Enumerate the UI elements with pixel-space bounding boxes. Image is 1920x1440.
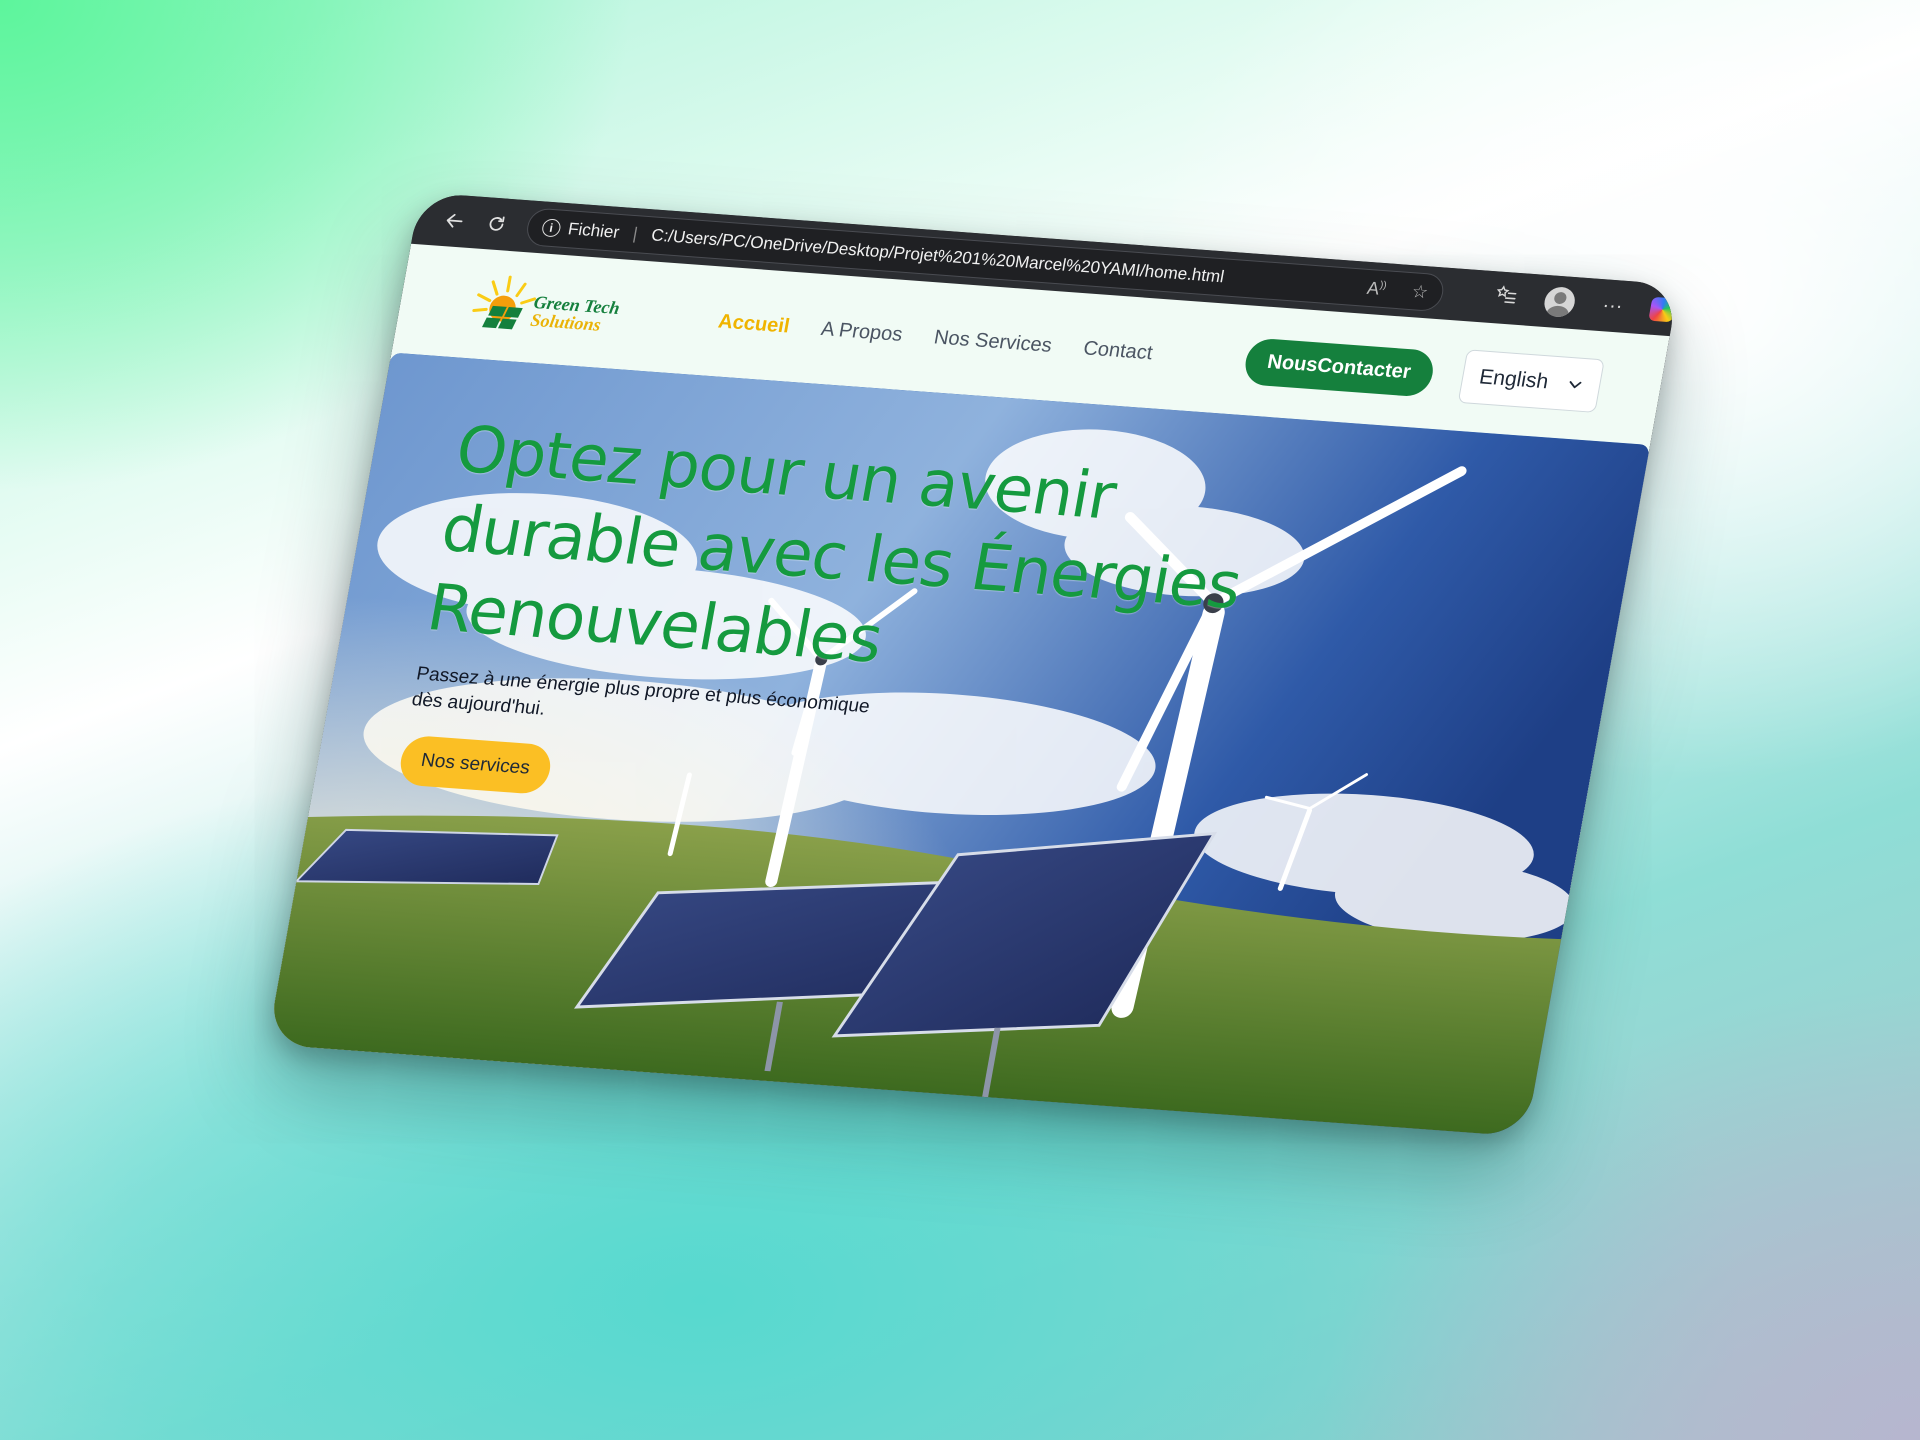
logo-text: Green Tech Solutions [529,292,621,335]
read-aloud-icon[interactable]: A)) [1365,277,1388,299]
star-icon[interactable]: ☆ [1410,281,1430,303]
background-gradient: i Fichier | C:/Users/PC/OneDrive/Desktop… [0,0,1920,1440]
profile-avatar-icon[interactable] [1542,286,1578,318]
nav-item-contact[interactable]: Contact [1082,337,1155,365]
favorites-list-icon[interactable] [1492,283,1519,312]
chevron-down-icon [1569,381,1582,389]
copilot-icon[interactable] [1648,296,1677,323]
web-page: Green Tech Solutions Accueil A Propos No… [267,243,1670,1137]
hero-section: Optez pour un avenir durable avec les Én… [267,352,1651,1137]
main-nav: Accueil A Propos Nos Services Contact [716,310,1155,365]
browser-window: i Fichier | C:/Users/PC/OneDrive/Desktop… [267,192,1679,1137]
nav-item-a-propos[interactable]: A Propos [819,318,904,347]
address-separator: | [631,224,640,244]
more-menu-button[interactable]: ··· [1600,294,1625,318]
back-button[interactable] [435,203,475,239]
hero-content: Optez pour un avenir durable avec les Én… [396,410,1282,844]
contact-us-button[interactable]: NousContacter [1241,336,1437,398]
nav-item-nos-services[interactable]: Nos Services [932,326,1053,357]
language-select[interactable]: English [1457,349,1605,413]
toolbar-right: ··· [1464,280,1677,325]
refresh-icon [489,216,505,231]
site-info-label[interactable]: Fichier [566,219,621,243]
nav-item-accueil[interactable]: Accueil [716,310,792,338]
language-selected-label: English [1477,365,1551,394]
arrow-left-icon [446,213,463,228]
reload-button[interactable] [476,206,516,242]
site-logo[interactable]: Green Tech Solutions [465,269,647,351]
info-icon[interactable]: i [540,218,562,238]
